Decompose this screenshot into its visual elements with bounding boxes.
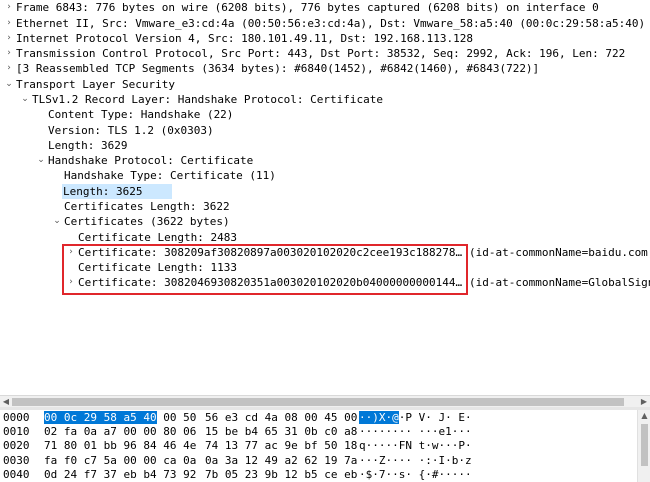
tree-row[interactable]: ⌄ Certificates (3622 bytes) — [0, 214, 650, 229]
bytes-hex: 00 50 — [156, 411, 197, 424]
tree-row[interactable]: Version: TLS 1.2 (0x0303) — [0, 123, 650, 138]
collapsed-chevron-icon[interactable]: › — [66, 245, 76, 260]
bytes-hex-group2[interactable]: 74 13 77 ac 9e bf 50 18 — [205, 439, 357, 454]
tree-row[interactable]: Content Type: Handshake (22) — [0, 107, 650, 122]
ascii-text: ···Z···· ·:·I·b·z — [359, 453, 472, 467]
tree-row[interactable]: Certificates Length: 3622 — [0, 199, 650, 214]
tree-row[interactable]: ⌄ TLSv1.2 Record Layer: Handshake Protoco… — [0, 92, 650, 107]
bytes-hex: 71 80 01 bb 96 84 46 4e — [44, 439, 197, 453]
collapsed-chevron-icon[interactable]: › — [4, 0, 14, 15]
tree-row[interactable]: › [3 Reassembled TCP Segments (3634 bytes… — [0, 61, 650, 76]
bytes-hex-group1[interactable]: 0d 24 f7 37 eb b4 73 92 — [44, 468, 196, 482]
tree-row-label: Version: TLS 1.2 (0x0303) — [48, 124, 214, 137]
bytes-ascii[interactable]: q·····FN t·w···P· — [359, 439, 472, 454]
expanded-chevron-icon[interactable]: ⌄ — [20, 92, 30, 107]
tree-row[interactable]: › Transmission Control Protocol, Src Port… — [0, 46, 650, 61]
bytes-hex: 02 fa 0a a7 00 00 80 06 — [44, 425, 197, 439]
bytes-offset: 0000 — [3, 411, 30, 424]
ascii-text: ·$·7··s· {·#····· — [359, 467, 472, 481]
tree-row-label: Certificate: 308209af30820897a0030201020… — [78, 246, 464, 259]
selected-bytes[interactable]: 00 0c 29 58 a5 40 — [44, 411, 157, 424]
tree-row-label: Certificate: 3082046930820351a0030201020… — [78, 276, 464, 289]
scrollbar-thumb[interactable] — [12, 398, 624, 406]
bytes-row[interactable]: 0000 00 0c 29 58 a5 40 00 50 56 e3 cd 4a 0… — [0, 411, 636, 426]
bytes-hex-group1[interactable]: 02 fa 0a a7 00 00 80 06 — [44, 425, 196, 440]
bytes-offset: 0020 — [3, 439, 30, 453]
tree-row[interactable]: ⌄ Transport Layer Security — [0, 77, 650, 92]
tree-row-extra: (id-at-commonName=baidu.com,id-at-org — [469, 246, 650, 259]
collapsed-chevron-icon[interactable]: › — [66, 275, 76, 290]
bytes-row[interactable]: 0010 02 fa 0a a7 00 00 80 06 15 be b4 65 3… — [0, 425, 636, 440]
ascii-text: q·····FN t·w···P· — [359, 439, 472, 453]
tree-row-label: Length: 3625 — [63, 185, 143, 198]
tree-row-label: TLSv1.2 Record Layer: Handshake Protocol… — [32, 93, 383, 106]
tree-row[interactable]: Certificate Length: 2483 — [0, 230, 650, 245]
tree-row-label: Handshake Protocol: Certificate — [48, 154, 254, 167]
bytes-hex: 0d 24 f7 37 eb b4 73 92 — [44, 467, 197, 481]
vertical-scrollbar[interactable]: ▲ — [637, 410, 650, 482]
tree-row[interactable]: › Ethernet II, Src: Vmware_e3:cd:4a (00:5… — [0, 16, 650, 31]
bytes-offset: 0040 — [3, 467, 30, 481]
tree-row-label: [3 Reassembled TCP Segments (3634 bytes)… — [16, 62, 540, 75]
ascii-text: ·P V· J· E· — [398, 411, 472, 424]
tree-row-label: Handshake Type: Certificate (11) — [64, 169, 276, 182]
tree-row-label: Ethernet II, Src: Vmware_e3:cd:4a (00:50… — [16, 17, 646, 30]
collapsed-chevron-icon[interactable]: › — [4, 61, 14, 76]
expanded-chevron-icon[interactable]: ⌄ — [52, 214, 62, 229]
tree-row-label: Frame 6843: 776 bytes on wire (6208 bits… — [16, 1, 599, 14]
bytes-hex: fa f0 c7 5a 00 00 ca 0a — [44, 453, 197, 467]
collapsed-chevron-icon[interactable]: › — [4, 16, 14, 31]
tree-row[interactable]: Length: 3625 — [62, 184, 172, 199]
bytes-hex-group2[interactable]: 56 e3 cd 4a 08 00 45 00 — [205, 411, 357, 426]
bytes-hex-group1[interactable]: 71 80 01 bb 96 84 46 4e — [44, 439, 196, 454]
bytes-offset: 0030 — [3, 453, 30, 467]
ascii-text: ········ ···e1··· — [359, 425, 472, 439]
bytes-hex-group2[interactable]: 15 be b4 65 31 0b c0 a8 — [205, 425, 357, 440]
packet-bytes-pane[interactable]: 0000 00 0c 29 58 a5 40 00 50 56 e3 cd 4a 0… — [0, 410, 650, 482]
bytes-hex-group2[interactable]: 0a 3a 12 49 a2 62 19 7a — [205, 454, 357, 469]
tree-row-label: Certificates Length: 3622 — [64, 200, 230, 213]
tree-row-label: Transport Layer Security — [16, 78, 175, 91]
scroll-up-icon[interactable]: ▲ — [638, 410, 650, 422]
bytes-row[interactable]: 0030 fa f0 c7 5a 00 00 ca 0a 0a 3a 12 49 a… — [0, 454, 636, 469]
bytes-ascii[interactable]: ··)X·@·P V· J· E· — [359, 411, 472, 426]
bytes-ascii[interactable]: ········ ···e1··· — [359, 425, 472, 440]
expanded-chevron-icon[interactable]: ⌄ — [4, 77, 14, 92]
tree-row-label: Certificate Length: 1133 — [78, 261, 237, 274]
bytes-hex-group1[interactable]: 00 0c 29 58 a5 40 00 50 — [44, 411, 196, 426]
tree-row-label: Transmission Control Protocol, Src Port:… — [16, 47, 626, 60]
bytes-ascii[interactable]: ···Z···· ·:·I·b·z — [359, 454, 472, 469]
bytes-row[interactable]: 0040 0d 24 f7 37 eb b4 73 92 7b 05 23 9b 1… — [0, 468, 636, 482]
tree-row[interactable]: › Frame 6843: 776 bytes on wire (6208 bit… — [0, 0, 650, 15]
tree-row[interactable]: Handshake Type: Certificate (11) — [0, 168, 650, 183]
bytes-hex-group1[interactable]: fa f0 c7 5a 00 00 ca 0a — [44, 454, 196, 469]
tree-row-label: Content Type: Handshake (22) — [48, 108, 234, 121]
tree-row-label: Length: 3629 — [48, 139, 128, 152]
bytes-ascii[interactable]: ·$·7··s· {·#····· — [359, 468, 472, 482]
tree-row[interactable]: › Certificate: 3082046930820351a003020102… — [0, 275, 650, 290]
bytes-hex-group2[interactable]: 7b 05 23 9b 12 b5 ce eb — [205, 468, 357, 482]
selected-ascii[interactable]: ··)X·@ — [359, 411, 399, 424]
tree-row[interactable]: Length: 3629 — [0, 138, 650, 153]
packet-details-pane[interactable]: › Frame 6843: 776 bytes on wire (6208 bit… — [0, 0, 650, 395]
tree-row-label: Certificate Length: 2483 — [78, 231, 237, 244]
tree-row-label: Certificates (3622 bytes) — [64, 215, 230, 228]
expanded-chevron-icon[interactable]: ⌄ — [36, 153, 46, 168]
scrollbar-thumb[interactable] — [641, 424, 648, 466]
bytes-row[interactable]: 0020 71 80 01 bb 96 84 46 4e 74 13 77 ac 9… — [0, 439, 636, 454]
tree-row[interactable]: › Certificate: 308209af30820897a003020102… — [0, 245, 650, 260]
collapsed-chevron-icon[interactable]: › — [4, 31, 14, 46]
bytes-offset: 0010 — [3, 425, 30, 439]
tree-row-extra: (id-at-commonName=GlobalSign Organiza — [469, 276, 650, 289]
tree-row[interactable]: Certificate Length: 1133 — [0, 260, 650, 275]
collapsed-chevron-icon[interactable]: › — [4, 46, 14, 61]
tree-row-label: Internet Protocol Version 4, Src: 180.10… — [16, 32, 473, 45]
tree-row[interactable]: ⌄ Handshake Protocol: Certificate — [0, 153, 650, 168]
tree-row[interactable]: › Internet Protocol Version 4, Src: 180.1… — [0, 31, 650, 46]
